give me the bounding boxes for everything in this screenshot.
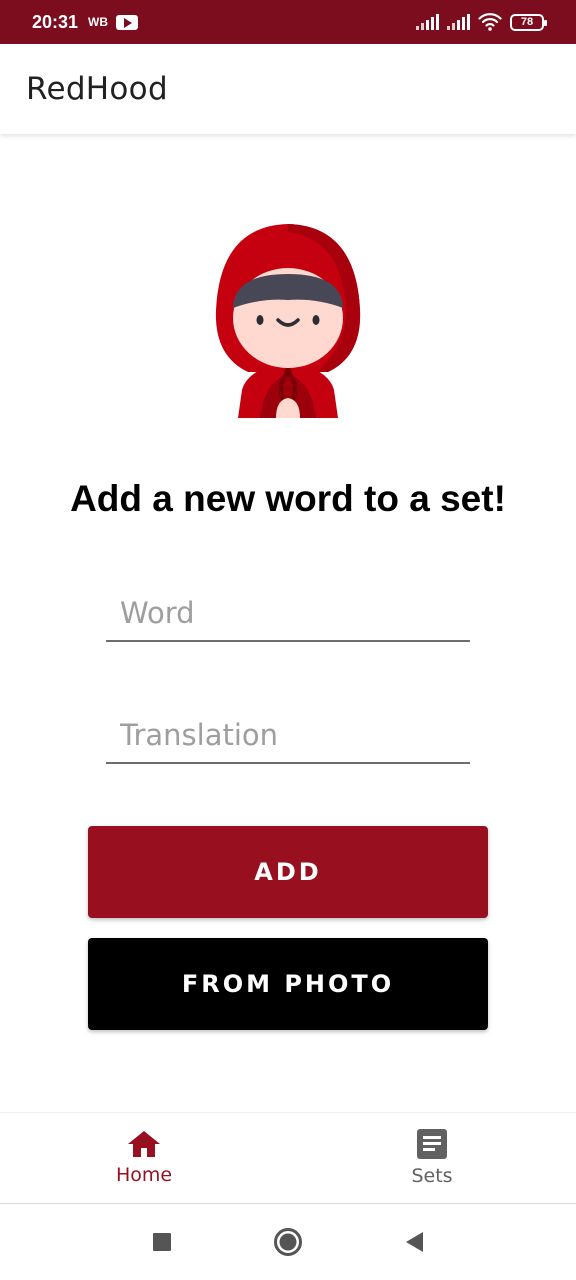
- recents-icon[interactable]: [147, 1227, 177, 1257]
- status-carrier-badge: WB: [88, 15, 109, 29]
- add-button[interactable]: ADD: [88, 826, 488, 918]
- nav-item-label: Sets: [411, 1165, 453, 1187]
- system-navigation-bar: [0, 1204, 576, 1280]
- status-time: 20:31: [32, 11, 79, 32]
- red-riding-hood-icon: [215, 224, 361, 418]
- home-circle-icon[interactable]: [273, 1227, 303, 1257]
- nav-item-home[interactable]: Home: [0, 1113, 288, 1203]
- status-bar: 20:31 WB 78: [0, 0, 576, 44]
- translation-input[interactable]: [106, 714, 470, 764]
- page-headline: Add a new word to a set!: [70, 478, 506, 519]
- status-icons: 78: [416, 13, 547, 31]
- app-bar: RedHood: [0, 44, 576, 134]
- youtube-icon: [116, 14, 139, 30]
- nav-item-label: Home: [115, 1164, 173, 1186]
- word-input[interactable]: [106, 592, 470, 642]
- from-photo-button[interactable]: FROM PHOTO: [88, 938, 488, 1030]
- battery-level: 78: [520, 16, 534, 28]
- app-title: RedHood: [26, 71, 168, 107]
- back-icon[interactable]: [399, 1227, 429, 1257]
- signal-icon: [447, 14, 470, 30]
- battery-icon: 78: [510, 13, 547, 31]
- signal-icon: [416, 14, 439, 30]
- home-icon: [128, 1131, 160, 1157]
- bottom-navigation: Home Sets: [0, 1112, 576, 1204]
- list-icon: [417, 1129, 447, 1159]
- nav-item-sets[interactable]: Sets: [288, 1113, 576, 1203]
- wifi-icon: [478, 13, 502, 31]
